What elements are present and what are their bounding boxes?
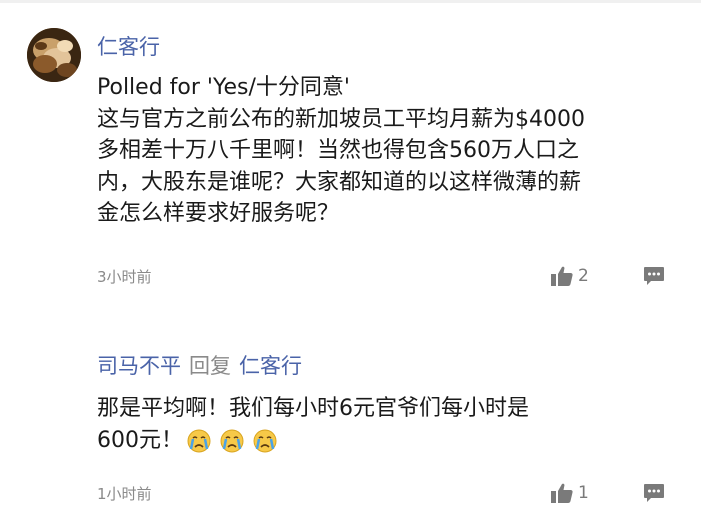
crying-face-emoji [187,429,211,453]
comment-author[interactable]: 仁客行 [97,33,160,61]
like-button[interactable]: 1 [551,482,589,504]
reply-header: 司马不平 回复 仁客行 [97,352,302,380]
comment-line: 金怎么样要求好服务呢？ [97,201,340,226]
comment-bubble-icon [644,267,664,285]
comment-timestamp: 3小时前 [97,268,152,286]
reply-line: 那是平均啊！我们每小时6元官爷们每小时是 [97,396,529,421]
crying-face-emoji [253,429,277,453]
user-avatar[interactable] [27,28,81,82]
emoji-row [187,425,279,457]
comment-bubble-icon [644,484,664,502]
comment-line: 多相差十万八千里啊！当然也得包含560万人口之 [97,138,579,163]
reply-timestamp: 1小时前 [97,485,152,503]
thumbs-up-icon [551,266,573,286]
like-count: 2 [578,266,589,286]
like-count: 1 [578,483,589,503]
crying-face-emoji [220,429,244,453]
reply-text: 那是平均啊！我们每小时6元官爷们每小时是 600元！ [97,393,657,456]
reply-button[interactable] [643,266,665,286]
comment-text: Polled for 'Yes/十分同意' 这与官方之前公布的新加坡员工平均月薪… [97,72,677,230]
reply-button[interactable] [643,483,665,503]
like-button[interactable]: 2 [551,265,589,287]
reply-target[interactable]: 仁客行 [239,354,302,378]
comment-line: 内，大股东是谁呢？大家都知道的以这样微薄的薪 [97,169,582,195]
reply-author[interactable]: 司马不平 [97,354,181,378]
comment-line: Polled for 'Yes/十分同意' [97,75,350,100]
comment-line: 这与官方之前公布的新加坡员工平均月薪为$4000 [97,106,585,132]
reply-line-with-emoji: 600元！ [97,425,657,457]
comment-thread: 仁客行 Polled for 'Yes/十分同意' 这与官方之前公布的新加坡员工… [0,0,701,525]
thumbs-up-icon [551,483,573,503]
reply-verb: 回复 [189,354,231,378]
avatar-image [27,28,81,82]
reply-line: 600元！ [97,427,183,453]
